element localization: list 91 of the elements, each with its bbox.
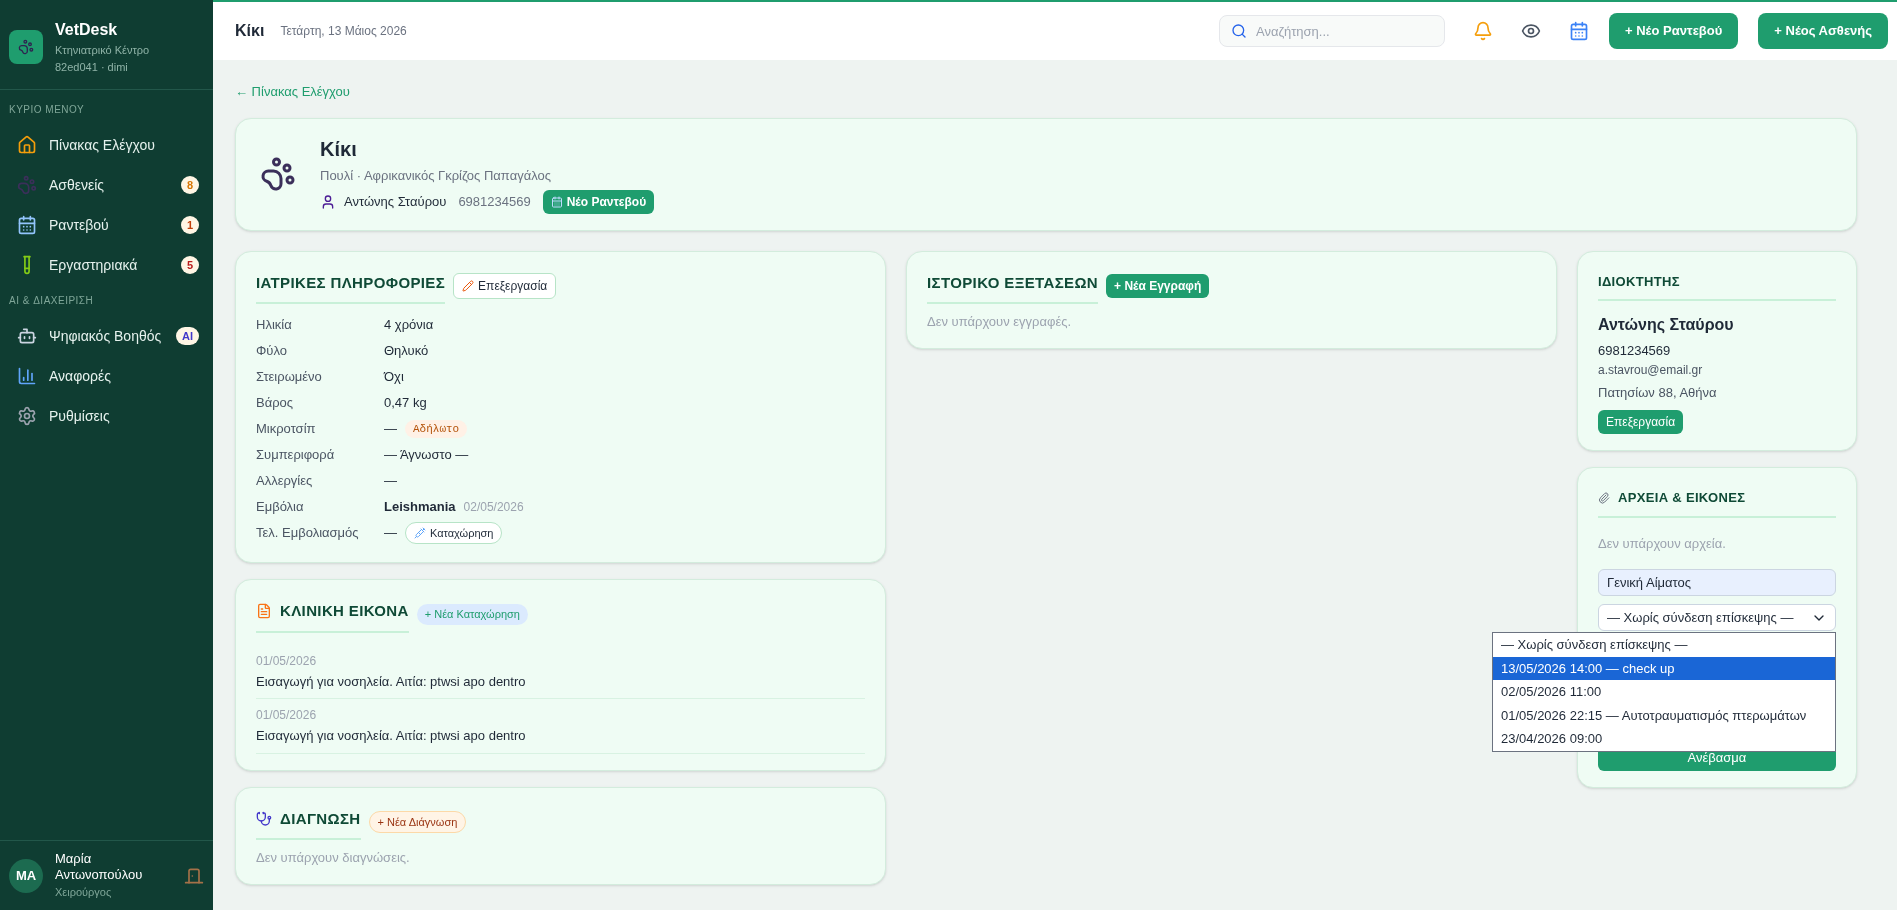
nav-item[interactable]: Ψηφιακός Βοηθός AI	[0, 316, 213, 356]
bell-icon[interactable]	[1472, 21, 1493, 41]
user-role: Χειρούργος	[55, 884, 113, 900]
house-icon	[17, 135, 37, 155]
field-value: 4 χρόνια	[384, 316, 434, 335]
paw-icon	[18, 38, 34, 55]
field-value: —	[384, 524, 397, 543]
section-title: ΚΛΙΝΙΚΗ ΕΙΚΟΝΑ	[256, 600, 409, 633]
section-title: ΙΣΤΟΡΙΚΟ ΕΞΕΤΑΣΕΩΝ	[927, 271, 1099, 304]
section-title: ΙΔΙΟΚΤΗΤΗΣ	[1598, 271, 1836, 301]
paw-icon	[260, 156, 296, 192]
entry-date: 01/05/2026	[256, 707, 318, 724]
field-label: Συμπεριφορά	[256, 446, 336, 465]
section-title: ΔΙΑΓΝΩΣΗ	[256, 807, 361, 840]
patient-name: Κίκι	[320, 137, 358, 163]
owner-name: Αντώνης Σταύρου	[344, 193, 447, 211]
count-badge: 5	[180, 255, 199, 275]
patient-species: Πουλί · Αφρικανικός Γκρίζος Παπαγάλος	[320, 167, 552, 186]
calendar-icon[interactable]	[1568, 21, 1589, 41]
field-label: Στειρωμένο	[256, 368, 323, 387]
file-name-field[interactable]: Γενική Αίματος	[1598, 569, 1836, 596]
document-icon	[256, 603, 272, 620]
owner-name: Αντώνης Σταύρου	[1598, 315, 1735, 335]
field-label: Μικροτσίπ	[256, 420, 317, 439]
empty-message: Δεν υπάρχουν αρχεία.	[1598, 534, 1727, 553]
paperclip-icon	[1598, 491, 1610, 504]
user-avatar: MA	[9, 858, 43, 893]
section-title: ΙΑΤΡΙΚΕΣ ΠΛΗΡΟΦΟΡΙΕΣ	[256, 271, 446, 304]
section-label: ΚΥΡΙΟ ΜΕΝΟΥ	[8, 103, 86, 117]
owner-phone: 6981234569	[1598, 342, 1672, 360]
date-label: Τετάρτη, 13 Μάιος 2026	[280, 23, 407, 40]
paw-icon	[17, 175, 37, 195]
empty-message: Δεν υπάρχουν εγγραφές.	[927, 313, 1073, 331]
count-badge: 1	[180, 215, 199, 235]
count-badge: 8	[180, 175, 199, 195]
eye-icon[interactable]	[1520, 21, 1541, 41]
calendar-icon	[550, 195, 563, 208]
section-label: AI & ΔΙΑΧΕΙΡΙΣΗ	[8, 294, 95, 308]
field-value: Όχι	[384, 368, 404, 387]
nav-item[interactable]: Ασθενείς 8	[0, 165, 213, 205]
field-label: Αλλεργίες	[256, 472, 314, 491]
robot-icon	[17, 326, 37, 346]
nav-item[interactable]: Πίνακας Ελέγχου	[0, 125, 213, 165]
owner-address: Πατησίων 88, Αθήνα	[1598, 383, 1718, 402]
search-icon	[1230, 23, 1247, 39]
field-label: Τελ. Εμβολιασμός	[256, 524, 360, 543]
edit-button[interactable]: Επεξεργασία	[453, 272, 557, 299]
user-name: Μαρία Αντωνοπούλου	[55, 851, 144, 884]
owner-email: a.stavrou@email.gr	[1598, 361, 1704, 379]
date-note: 02/05/2026	[463, 499, 524, 516]
app-subtitle: Κτηνιατρικό Κέντρο	[55, 43, 150, 58]
field-value: —	[384, 472, 397, 491]
empty-message: Δεν υπάρχουν διαγνώσεις.	[256, 849, 411, 867]
app-name: VetDesk	[55, 20, 119, 40]
search-field[interactable]: Αναζήτηση...	[1218, 15, 1445, 47]
count-badge: AI	[176, 326, 199, 346]
entry-text: Εισαγωγή για νοσηλεία. Αιτία: ptwsi apo dentro	[256, 727, 527, 745]
status-tag: Αδήλωτο	[405, 419, 468, 439]
nav-item[interactable]: Ραντεβού 1	[0, 205, 213, 245]
nav-item[interactable]: Εργαστηριακά 5	[0, 245, 213, 285]
calendar-icon	[17, 215, 37, 235]
nav-item[interactable]: Ρυθμίσεις	[0, 396, 213, 436]
field-label: Φύλο	[256, 342, 288, 361]
person-icon	[320, 193, 336, 210]
nav-item[interactable]: Αναφορές	[0, 356, 213, 396]
field-value: —	[384, 420, 397, 439]
stethoscope-icon	[256, 810, 272, 827]
bar-chart-icon	[17, 366, 37, 386]
register-button[interactable]: Καταχώρηση	[405, 521, 503, 545]
dropdown-option[interactable]: — Χωρίς σύνδεση επίσκεψης —	[1493, 633, 1835, 657]
dropdown-option[interactable]: 01/05/2026 22:15 — Αυτοτραυματισμός πτερωμάτων	[1493, 703, 1835, 727]
field-value: 0,47 kg	[384, 394, 427, 413]
entry-date: 01/05/2026	[256, 652, 318, 670]
syringe-icon	[414, 527, 426, 539]
build-label: 82ed041 · dimi	[55, 59, 129, 75]
dropdown-option[interactable]: 13/05/2026 14:00 — check up	[1493, 656, 1835, 680]
field-label: Εμβόλια	[256, 498, 305, 517]
field-value: — Άγνωστο —	[384, 446, 469, 465]
page-title: Κίκι	[235, 21, 265, 41]
gear-icon	[17, 406, 37, 426]
visit-select[interactable]: — Χωρίς σύνδεση επίσκεψης —	[1598, 604, 1836, 631]
field-label: Ηλικία	[256, 316, 293, 335]
entry-text: Εισαγωγή για νοσηλεία. Αιτία: ptwsi apo dentro	[256, 672, 527, 691]
field-value: Θηλυκό	[384, 342, 429, 361]
section-title: ΑΡΧΕΙΑ & ΕΙΚΟΝΕΣ	[1598, 488, 1836, 518]
dropdown-option[interactable]: 02/05/2026 11:00	[1493, 680, 1835, 704]
field-label: Βάρος	[256, 394, 295, 413]
add-diagnosis-button[interactable]: + Νέα Διάγνωση	[368, 810, 467, 833]
owner-phone: 6981234569	[458, 193, 531, 211]
field-value: Leishmania	[384, 498, 456, 517]
pencil-icon	[462, 279, 475, 292]
